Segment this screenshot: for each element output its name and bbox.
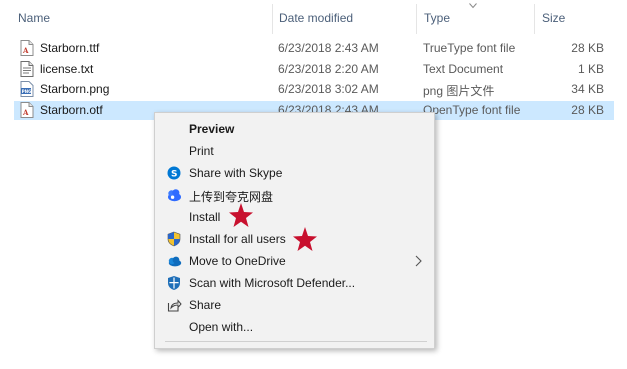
menu-item-share[interactable]: Share: [155, 294, 434, 316]
file-row[interactable]: PNG Starborn.png 6/23/2018 3:02 AM png 图…: [14, 80, 614, 99]
file-type: OpenType font file: [423, 103, 521, 117]
skype-icon: S: [167, 166, 181, 180]
sort-caret-icon: [469, 3, 477, 9]
file-name: Starborn.ttf: [40, 41, 100, 55]
column-header-row: Name Date modified Type Size: [0, 0, 627, 38]
file-row[interactable]: license.txt 6/23/2018 2:20 AM Text Docum…: [14, 60, 614, 79]
submenu-chevron-right-icon: [415, 255, 422, 267]
font-file-icon: A: [20, 102, 34, 118]
star-annotation-icon: [229, 203, 253, 227]
column-divider[interactable]: [272, 4, 273, 34]
file-date: 6/23/2018 2:43 AM: [278, 41, 379, 55]
column-divider[interactable]: [416, 4, 417, 34]
column-header-date[interactable]: Date modified: [279, 11, 353, 25]
file-date: 6/23/2018 2:20 AM: [278, 62, 379, 76]
menu-item-install[interactable]: Install: [155, 206, 434, 228]
onedrive-icon: [168, 256, 182, 267]
file-name: Starborn.otf: [40, 103, 103, 117]
menu-item-move-to-onedrive[interactable]: Move to OneDrive: [155, 250, 434, 272]
file-name: license.txt: [40, 62, 94, 76]
menu-item-label: Install: [189, 210, 221, 224]
defender-icon: [168, 276, 180, 290]
share-icon: [167, 299, 182, 312]
menu-item-print[interactable]: Print: [155, 140, 434, 162]
menu-item-label: Install for all users: [189, 232, 286, 246]
menu-item-scan-with-defender[interactable]: Scan with Microsoft Defender...: [155, 272, 434, 294]
menu-item-label: Print: [189, 144, 214, 158]
file-type: Text Document: [423, 62, 504, 76]
quark-cloud-icon: [168, 189, 181, 202]
column-header-type[interactable]: Type: [424, 11, 450, 25]
file-date: 6/23/2018 3:02 AM: [278, 82, 379, 96]
file-size: 1 KB: [577, 62, 604, 76]
svg-text:A: A: [22, 46, 29, 55]
menu-item-open-with[interactable]: Open with...: [155, 316, 434, 338]
svg-text:A: A: [22, 108, 29, 117]
menu-item-preview[interactable]: Preview: [155, 118, 434, 140]
svg-text:PNG: PNG: [22, 89, 33, 94]
menu-item-label: Scan with Microsoft Defender...: [189, 276, 356, 290]
menu-item-label: Preview: [189, 122, 235, 136]
file-size: 34 KB: [571, 82, 604, 96]
menu-item-share-with-skype[interactable]: S Share with Skype: [155, 162, 434, 184]
menu-item-label: Move to OneDrive: [189, 254, 286, 268]
column-divider[interactable]: [534, 4, 535, 34]
menu-item-label: Share with Skype: [189, 166, 283, 180]
menu-separator: [165, 341, 427, 342]
file-size: 28 KB: [571, 41, 604, 55]
text-file-icon: [20, 61, 34, 77]
image-file-icon: PNG: [20, 81, 34, 97]
admin-shield-icon: [167, 231, 181, 247]
svg-text:S: S: [171, 170, 177, 180]
menu-item-upload-quark[interactable]: 上传到夸克网盘: [155, 184, 434, 206]
menu-item-label: Open with...: [189, 320, 254, 334]
file-size: 28 KB: [571, 103, 604, 117]
file-row[interactable]: A Starborn.ttf 6/23/2018 2:43 AM TrueTyp…: [14, 39, 614, 58]
font-file-icon: A: [20, 40, 34, 56]
file-type: TrueType font file: [423, 41, 516, 55]
menu-item-label: Share: [189, 298, 222, 312]
column-header-size[interactable]: Size: [542, 11, 565, 25]
file-name: Starborn.png: [40, 82, 110, 96]
file-type: png 图片文件: [423, 84, 495, 98]
column-header-name[interactable]: Name: [18, 11, 50, 25]
star-annotation-icon: [293, 227, 317, 251]
